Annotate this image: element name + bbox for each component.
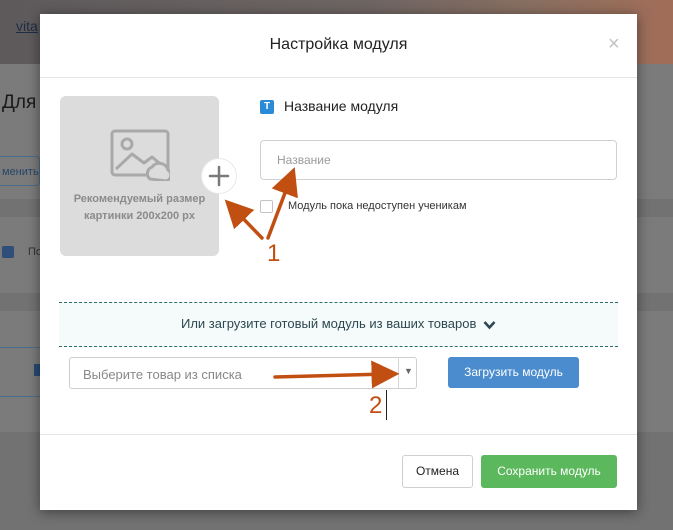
text-icon: T [260, 100, 274, 114]
background-link: vita [16, 18, 38, 34]
select-divider [398, 358, 399, 388]
plus-icon [208, 165, 230, 187]
image-hint-line: Рекомендуемый размер [73, 193, 206, 205]
upload-module-button[interactable]: Загрузить модуль [448, 357, 579, 388]
modal-title: Настройка модуля [269, 36, 408, 53]
caret-down-icon[interactable]: ▼ [404, 366, 413, 376]
import-module-toggle[interactable]: Или загрузите готовый модуль из ваших то… [59, 302, 618, 347]
product-select-placeholder: Выберите товар из списка [83, 367, 242, 382]
add-image-button[interactable] [202, 159, 236, 193]
image-hint-line: картинки 200x200 px [83, 210, 196, 222]
unavailable-checkbox[interactable] [260, 200, 273, 213]
modal-header: Настройка модуля × [40, 14, 637, 78]
save-module-button[interactable]: Сохранить модуль [481, 455, 617, 488]
text-cursor [386, 390, 387, 420]
image-placeholder-icon [110, 129, 170, 181]
image-upload-area[interactable]: Рекомендуемый размер картинки 200x200 px [60, 96, 219, 256]
background-heading: Для [2, 92, 37, 113]
module-settings-modal: Настройка модуля × Рекомендуемый размер … [40, 14, 637, 510]
cancel-button[interactable]: Отмена [402, 455, 473, 488]
import-module-prompt: Или загрузите готовый модуль из ваших то… [59, 316, 618, 331]
modal-footer-divider [40, 434, 637, 435]
annotation-label-2: 2 [369, 392, 383, 419]
background-button: менить [0, 156, 40, 186]
module-name-label: Название модуля [284, 98, 399, 114]
image-size-hint: Рекомендуемый размер картинки 200x200 px [60, 191, 219, 225]
unavailable-checkbox-label: Модуль пока недоступен ученикам [288, 200, 467, 212]
close-icon[interactable]: × [608, 34, 620, 54]
background-checkbox [2, 246, 14, 258]
module-name-input[interactable] [260, 140, 617, 180]
annotation-label-1: 1 [267, 240, 281, 267]
import-prompt-text: Или загрузите готовый модуль из ваших то… [180, 316, 477, 331]
chevron-down-icon [483, 320, 496, 329]
product-select[interactable]: Выберите товар из списка ▼ [69, 357, 417, 389]
